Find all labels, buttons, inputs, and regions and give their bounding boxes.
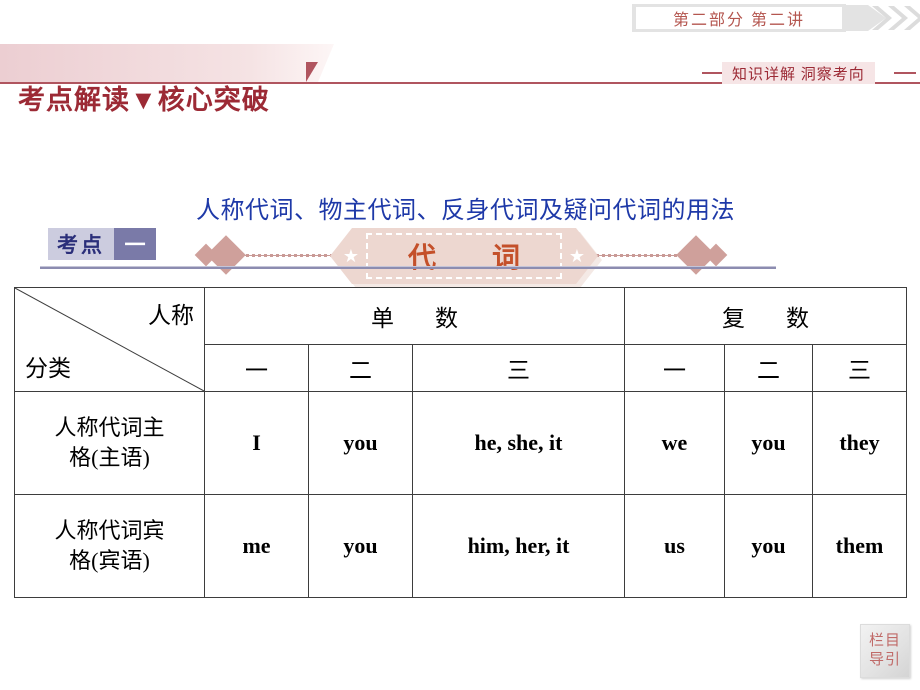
person-header-plur-3: 三: [812, 344, 907, 392]
cell-subj-plur-1: we: [624, 391, 725, 495]
row-label-line1: 人称代词主: [54, 415, 165, 440]
cell-obj-plur-1: us: [624, 494, 725, 598]
person-header-sing-3: 三: [412, 344, 625, 392]
sub-label: 知识详解 洞察考向: [722, 62, 875, 84]
navigation-guide-button[interactable]: 栏目 导引: [860, 624, 910, 678]
person-header-plur-1: 一: [624, 344, 725, 392]
row-label-subjective: 人称代词主 格(主语): [14, 391, 205, 495]
cell-obj-plur-2: you: [724, 494, 813, 598]
group-header-singular: 单 数: [204, 287, 625, 345]
cell-obj-sing-2: you: [308, 494, 413, 598]
person-header-plur-2: 二: [724, 344, 813, 392]
sub-label-rule-left: [702, 72, 724, 74]
banner-background: [0, 44, 334, 82]
table-row: 人称代词宾 格(宾语) me you him, her, it us you t…: [14, 494, 907, 598]
cell-subj-sing-1: I: [204, 391, 309, 495]
cell-obj-sing-3: him, her, it: [412, 494, 625, 598]
corner-label-category: 分类: [25, 356, 71, 381]
section-divider: [40, 266, 776, 269]
corner-label-person: 人称: [148, 303, 194, 328]
chapter-tab[interactable]: 第二部分 第二讲: [632, 4, 846, 32]
row-label-line1: 人称代词宾: [54, 518, 165, 543]
topic-title-banner: ★ ★ 代 词: [0, 110, 920, 288]
section-badge-number: 一: [114, 228, 156, 260]
group-header-plural: 复 数: [624, 287, 907, 345]
section-badge: 考点 一: [48, 228, 156, 260]
navigation-guide-line1: 栏目: [868, 633, 901, 649]
person-header-sing-2: 二: [308, 344, 413, 392]
table-row: 人称代词主 格(主语) I you he, she, it we you the…: [14, 391, 907, 495]
cell-obj-plur-3: them: [812, 494, 907, 598]
table-corner-cell: 人称 分类: [14, 287, 205, 392]
person-header-sing-1: 一: [204, 344, 309, 392]
chapter-tab-label: 第二部分 第二讲: [636, 7, 842, 29]
cell-subj-sing-2: you: [308, 391, 413, 495]
section-heading: 考点 一 人称代词、物主代词、反身代词及疑问代词的用法: [0, 186, 920, 272]
top-bar: 第二部分 第二讲: [0, 0, 920, 36]
cell-obj-sing-1: me: [204, 494, 309, 598]
navigation-guide-line2: 导引: [868, 652, 901, 668]
cell-subj-plur-3: they: [812, 391, 907, 495]
section-badge-label: 考点: [48, 228, 114, 260]
pronoun-table: 人称 分类 单 数 复 数 一 二 三 一 二 三 人称代词主 格(主语) I …: [14, 287, 907, 598]
row-label-line2: 格(主语): [69, 445, 150, 470]
cell-subj-sing-3: he, she, it: [412, 391, 625, 495]
row-label-objective: 人称代词宾 格(宾语): [14, 494, 205, 598]
section-title: 人称代词、物主代词、反身代词及疑问代词的用法: [196, 198, 735, 224]
sub-label-rule-right: [894, 72, 916, 74]
double-chevron-right-icon: [846, 3, 920, 33]
row-label-line2: 格(宾语): [69, 548, 150, 573]
table-row: 人称 分类 单 数 复 数: [14, 287, 907, 392]
cell-subj-plur-2: you: [724, 391, 813, 495]
